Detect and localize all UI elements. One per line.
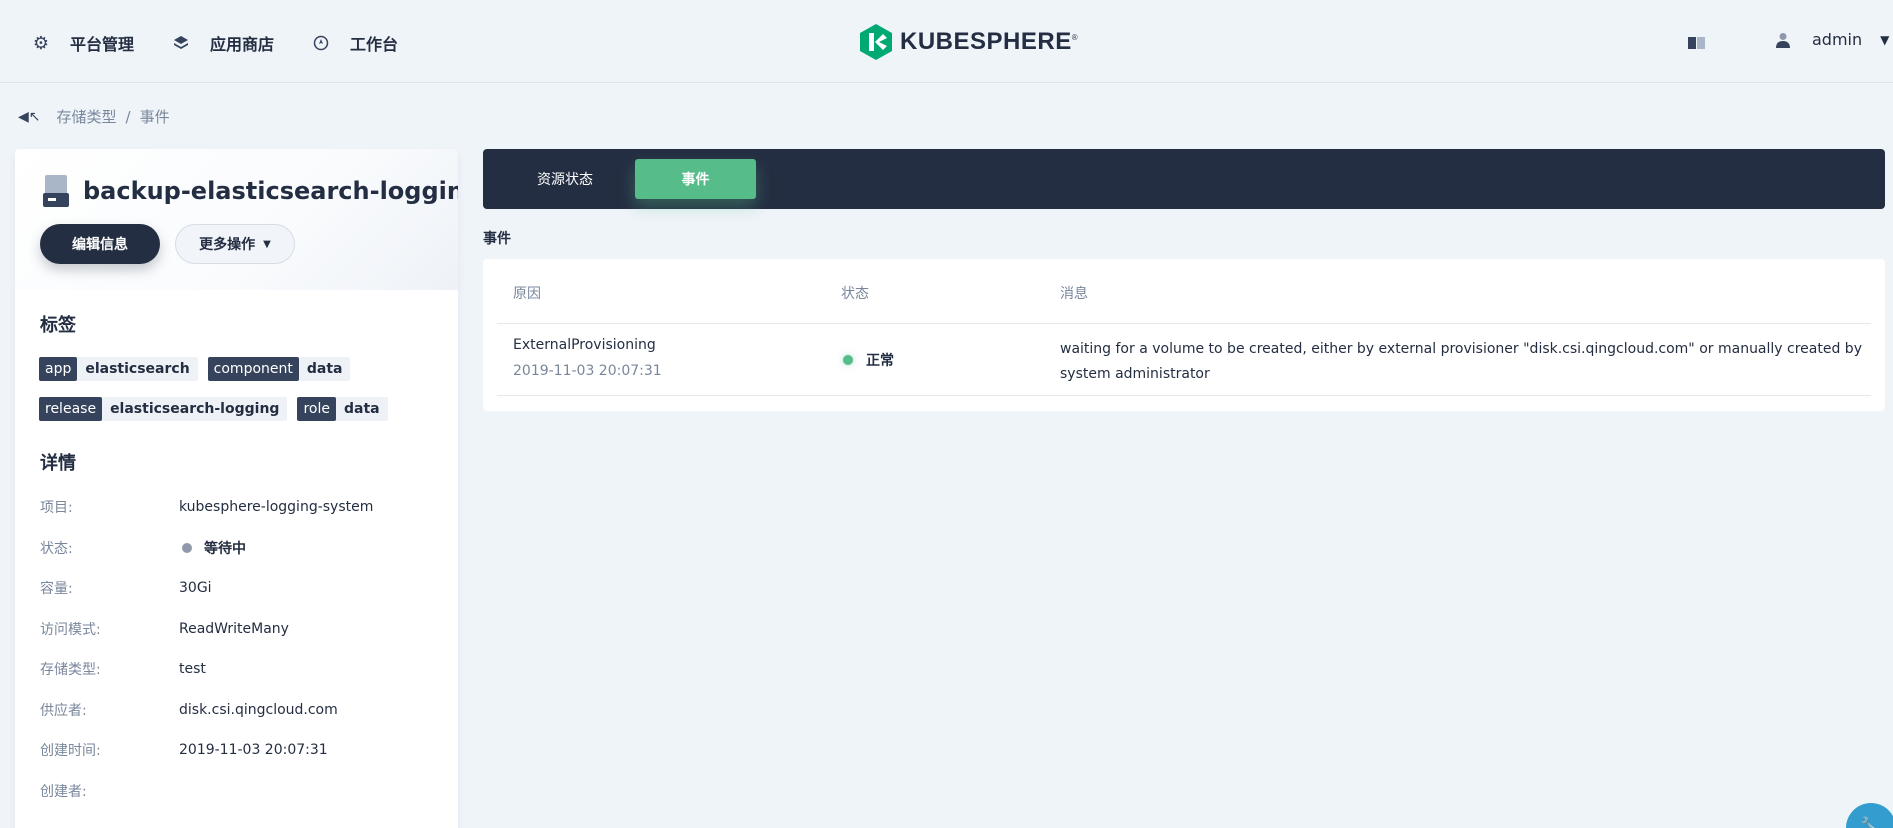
compass-icon	[310, 32, 332, 54]
label-key: component	[207, 357, 299, 381]
gear-icon: ⚙	[32, 32, 50, 54]
label-value: elasticsearch-logging	[110, 401, 280, 417]
breadcrumb: ◀↖ 存储类型 / 事件	[18, 106, 170, 127]
label-tag: release elasticsearch-logging	[39, 397, 288, 421]
kubesphere-logo-icon	[860, 24, 892, 60]
detail-row-creator: 创建者:	[40, 771, 440, 812]
nav-app-store[interactable]: 应用商店	[170, 31, 274, 55]
detail-row-access-mode: 访问模式: ReadWriteMany	[40, 609, 440, 650]
column-header-message: 消息	[1060, 286, 1088, 302]
event-status: 正常	[866, 353, 894, 369]
chevron-down-icon: ▼	[1880, 32, 1890, 47]
label-tag: component data	[207, 357, 351, 381]
detail-label: 容量:	[40, 581, 73, 598]
help-tool-button[interactable]: 🔧	[1846, 803, 1893, 828]
event-message: waiting for a volume to be created, eith…	[1060, 341, 1862, 382]
more-actions-label: 更多操作	[199, 237, 256, 253]
details-list: 项目: kubesphere-logging-system 状态: 等待中 容量…	[40, 487, 440, 811]
label-value: data	[343, 401, 380, 417]
stack-icon	[170, 32, 192, 54]
status-dot-icon	[182, 542, 192, 553]
detail-value: disk.csi.qingcloud.com	[179, 701, 338, 718]
nav-label: 平台管理	[70, 35, 135, 54]
caret-down-icon: ▼	[263, 238, 271, 250]
breadcrumb-events: 事件	[139, 108, 170, 126]
nav-platform-management[interactable]: ⚙ 平台管理	[30, 31, 134, 55]
label-value: elasticsearch	[85, 361, 190, 377]
user-icon	[1776, 32, 1790, 48]
label-key: release	[39, 397, 103, 421]
detail-row-provisioner: 供应者: disk.csi.qingcloud.com	[40, 690, 440, 731]
detail-label: 创建者:	[40, 783, 87, 800]
logo-text: KUBESPHERE	[900, 28, 1072, 55]
nav-workbench[interactable]: 工作台	[310, 31, 398, 55]
book-icon[interactable]	[1688, 36, 1706, 50]
kubesphere-logo[interactable]: KUBESPHERE®	[860, 24, 1078, 60]
detail-row-storage-class: 存储类型: test	[40, 649, 440, 690]
back-arrow-icon[interactable]: ◀↖	[18, 109, 41, 125]
tab-events[interactable]: 事件	[635, 159, 756, 199]
label-value: data	[306, 361, 343, 377]
nav-label: 工作台	[350, 35, 399, 54]
detail-label: 项目:	[40, 500, 73, 517]
label-tag: role data	[297, 397, 388, 421]
detail-value: 2019-11-03 20:07:31	[179, 742, 328, 759]
tab-resource-status[interactable]: 资源状态	[505, 159, 625, 199]
disk-icon	[43, 175, 69, 207]
volume-detail-panel: backup-elasticsearch-loggin... 编辑信息 更多操作…	[15, 149, 458, 828]
events-section-title: 事件	[483, 231, 511, 247]
column-header-status: 状态	[841, 286, 869, 302]
events-table: 原因 状态 消息 ExternalProvisioning 2019-11-03…	[483, 259, 1885, 411]
detail-value: 30Gi	[179, 580, 212, 597]
detail-value: ReadWriteMany	[179, 620, 289, 637]
event-time: 2019-11-03 20:07:31	[513, 363, 662, 379]
detail-row-created-time: 创建时间: 2019-11-03 20:07:31	[40, 730, 440, 771]
nav-label: 应用商店	[210, 35, 275, 54]
registered-mark: ®	[1071, 33, 1079, 42]
status-value: 等待中	[204, 540, 246, 557]
edit-info-button[interactable]: 编辑信息	[40, 224, 160, 264]
username: admin	[1812, 30, 1863, 49]
detail-label: 状态:	[40, 540, 73, 557]
label-key: app	[39, 357, 78, 381]
details-title: 详情	[40, 453, 76, 474]
user-menu[interactable]: admin ▼	[1776, 30, 1889, 49]
volume-header: backup-elasticsearch-loggin... 编辑信息 更多操作…	[15, 149, 458, 290]
detail-row-status: 状态: 等待中	[40, 528, 440, 569]
breadcrumb-storage-class[interactable]: 存储类型	[57, 106, 117, 127]
detail-label: 创建时间:	[40, 743, 101, 760]
detail-value: kubesphere-logging-system	[179, 499, 374, 516]
detail-label: 访问模式:	[40, 621, 101, 638]
labels-list: app elasticsearch component data release…	[39, 357, 439, 437]
detail-label: 供应者:	[40, 702, 87, 719]
detail-row-capacity: 容量: 30Gi	[40, 568, 440, 609]
breadcrumb-separator: /	[125, 107, 131, 126]
labels-title: 标签	[40, 315, 76, 336]
detail-tabs: 资源状态 事件	[483, 149, 1885, 209]
detail-label: 存储类型:	[40, 662, 101, 679]
table-row: ExternalProvisioning 2019-11-03 20:07:31…	[497, 324, 1871, 396]
column-header-reason: 原因	[513, 286, 541, 302]
more-actions-button[interactable]: 更多操作 ▼	[175, 224, 295, 264]
volume-name: backup-elasticsearch-loggin...	[83, 177, 458, 205]
status-dot-icon	[843, 355, 853, 365]
label-tag: app elasticsearch	[39, 357, 198, 381]
top-navbar: ⚙ 平台管理 应用商店 工作台 KUBESPHERE® admin ▼	[0, 0, 1893, 83]
detail-row-project: 项目: kubesphere-logging-system	[40, 487, 440, 528]
detail-value: test	[179, 661, 206, 678]
label-key: role	[297, 397, 336, 421]
hammer-icon: 🔧	[1860, 817, 1878, 828]
table-header: 原因 状态 消息	[497, 259, 1871, 324]
event-reason: ExternalProvisioning	[513, 337, 656, 353]
